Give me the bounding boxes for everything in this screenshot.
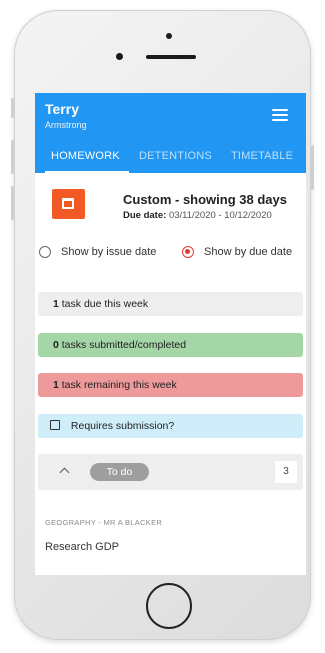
- phone-volume-up: [11, 140, 14, 174]
- phone-speaker: [146, 55, 196, 59]
- chevron-up-icon[interactable]: [59, 467, 70, 478]
- phone-camera: [166, 33, 172, 39]
- phone-sensor: [116, 53, 123, 60]
- requires-submission-filter[interactable]: Requires submission?: [38, 414, 303, 438]
- tab-bar: HOMEWORK DETENTIONS TIMETABLE: [35, 146, 306, 173]
- todo-label: To do: [90, 463, 149, 481]
- radio-issue-date-label: Show by issue date: [61, 246, 157, 258]
- active-tab-indicator: [45, 171, 129, 173]
- radio-issue-date[interactable]: [39, 246, 51, 258]
- user-last-name: Armstrong: [45, 120, 87, 130]
- due-date-value: 03/11/2020 - 10/12/2020: [168, 210, 272, 221]
- due-date-range: Due date: 03/11/2020 - 10/12/2020: [123, 210, 272, 221]
- tab-homework[interactable]: HOMEWORK: [51, 150, 120, 162]
- user-first-name: Terry: [45, 101, 79, 117]
- task-title[interactable]: Research GDP: [45, 541, 119, 553]
- checkbox-icon[interactable]: [50, 420, 60, 430]
- due-text: task due this week: [61, 298, 149, 310]
- remaining-bar: 1 task remaining this week: [38, 373, 303, 397]
- date-picker-button[interactable]: [52, 189, 85, 219]
- calendar-icon: [62, 198, 74, 209]
- radio-due-date-label: Show by due date: [204, 246, 293, 258]
- requires-submission-label: Requires submission?: [70, 420, 175, 432]
- due-count: 1: [53, 298, 59, 310]
- tab-detentions[interactable]: DETENTIONS: [139, 150, 212, 162]
- tab-timetable[interactable]: TIMETABLE: [231, 150, 293, 162]
- todo-count: 3: [275, 461, 297, 483]
- due-date-label: Due date:: [123, 210, 167, 221]
- phone-power-button: [311, 145, 314, 190]
- app-screen: Terry Armstrong HOMEWORK DETENTIONS TIME…: [35, 93, 306, 575]
- phone-mute-switch: [11, 98, 14, 118]
- submitted-bar: 0 tasks submitted/completed: [38, 333, 303, 357]
- date-range-title: Custom - showing 38 days: [123, 192, 287, 207]
- phone-home-button[interactable]: [146, 583, 192, 629]
- submitted-count: 0: [53, 339, 59, 351]
- remaining-count: 1: [53, 379, 59, 391]
- radio-due-date[interactable]: [182, 246, 194, 258]
- task-subject: GEOGRAPHY - MR A BLACKER: [45, 518, 163, 527]
- due-this-week-bar: 1 task due this week: [38, 292, 303, 316]
- phone-volume-down: [11, 186, 14, 220]
- submitted-text: tasks submitted/completed: [61, 339, 187, 351]
- menu-icon[interactable]: [272, 109, 288, 121]
- todo-section-header[interactable]: To do 3: [38, 454, 303, 490]
- remaining-text: task remaining this week: [61, 379, 177, 391]
- app-header: Terry Armstrong HOMEWORK DETENTIONS TIME…: [35, 93, 306, 173]
